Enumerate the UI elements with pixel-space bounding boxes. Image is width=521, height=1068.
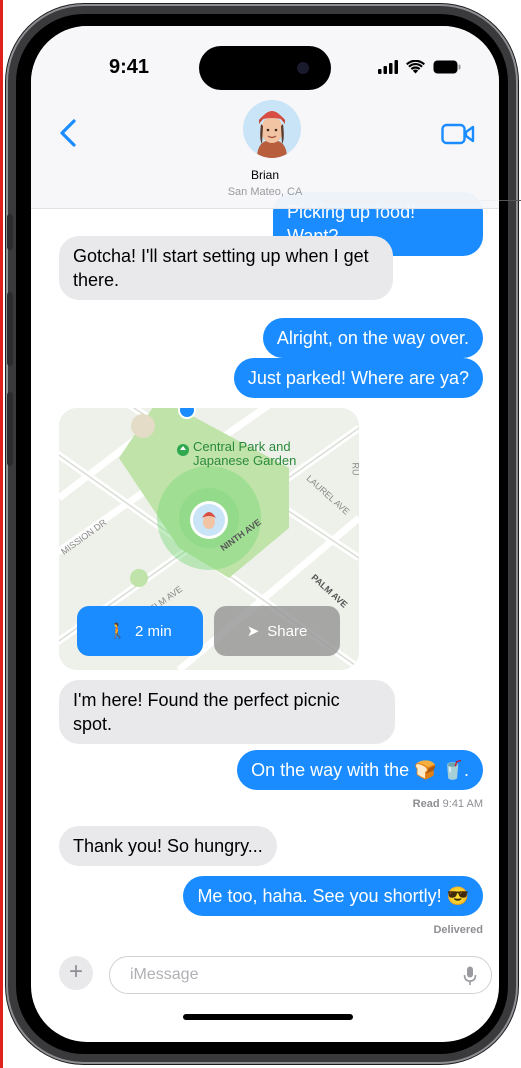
delivered-status: Delivered [433,924,483,936]
contact-name[interactable]: Brian [31,168,499,182]
status-time: 9:41 [109,56,150,78]
park-label-line-1: Central Park and [193,439,291,454]
message-bubble-incoming[interactable]: Gotcha! I'll start setting up when I get… [59,236,393,300]
volume-down-button [7,392,13,466]
message-text: I'm here! Found the perfect picnic spot. [73,690,340,734]
facetime-video-icon[interactable] [441,122,475,146]
contact-avatar[interactable] [243,100,301,158]
walking-time-label: 2 min [135,622,172,640]
street-label: RU [350,462,360,476]
message-bubble-outgoing[interactable]: Me too, haha. See you shortly! 😎 [183,876,483,916]
status-bar: 9:41 [31,26,499,96]
message-bubble-outgoing[interactable]: Alright, on the way over. [262,318,483,358]
microphone-icon[interactable] [463,966,477,986]
message-bubble-outgoing[interactable]: On the way with the 🍞 🥤. [237,750,483,790]
location-arrow-icon: ➤ [246,623,260,640]
action-button [7,214,13,250]
read-label: Read [412,798,440,810]
message-composer: + [31,946,499,1016]
signal-icon [378,60,398,74]
message-text: On the way with the 🍞 🥤. [251,760,469,780]
message-text: Alright, on the way over. [276,328,469,348]
park-label: Central Park and Japanese Garden [193,440,296,468]
share-location-button[interactable]: ➤ Share [214,606,340,656]
wifi-icon [406,60,425,74]
home-indicator[interactable] [183,1014,353,1020]
dynamic-island [199,46,331,90]
walking-directions-button[interactable]: 🚶 2 min [77,606,203,656]
message-text: Gotcha! I'll start setting up when I get… [73,246,369,290]
plus-icon: + [68,958,83,985]
walking-icon: 🚶 [108,623,127,640]
left-edge-marker [0,0,3,1068]
status-icons [378,60,461,74]
phone-frame: 9:41 Brian San Mateo, CA Picking up food… [6,4,521,1064]
message-bubble-incoming[interactable]: Thank you! So hungry... [59,826,277,866]
read-receipt: Read 9:41 AM [413,798,483,810]
screen: 9:41 Brian San Mateo, CA Picking up food… [31,26,499,1042]
message-bubble-incoming[interactable]: I'm here! Found the perfect picnic spot. [59,680,395,744]
apps-plus-button[interactable]: + [59,956,93,990]
imessage-input[interactable] [128,965,432,985]
message-text: Thank you! So hungry... [73,836,263,856]
share-label: Share [267,622,308,640]
back-chevron-icon[interactable] [57,118,81,148]
read-time: 9:41 AM [442,798,483,810]
volume-up-button [7,292,13,366]
park-label-line-2: Japanese Garden [193,453,297,468]
message-bubble-outgoing[interactable]: Just parked! Where are ya? [233,358,483,398]
battery-icon [433,60,461,74]
message-text: Me too, haha. See you shortly! 😎 [197,886,469,906]
message-text: Just parked! Where are ya? [247,368,469,388]
contact-location: San Mateo, CA [227,186,303,198]
message-input-field[interactable] [109,956,492,994]
